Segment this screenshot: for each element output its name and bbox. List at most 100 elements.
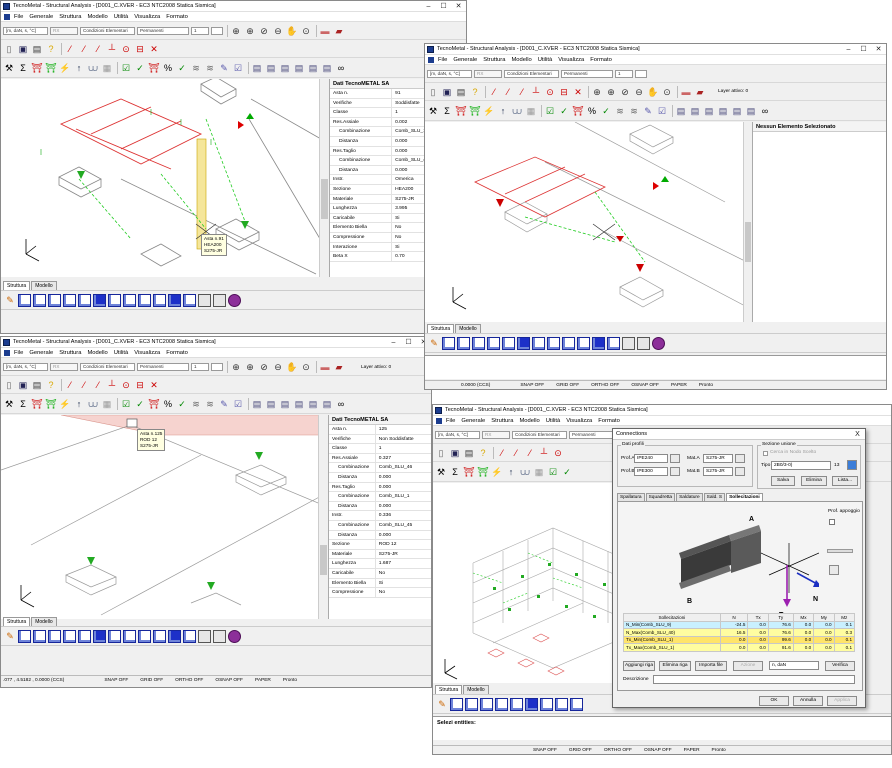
- drawing-viewport-1[interactable]: Asta n.91 HEA200 S275-JR: [1, 79, 329, 277]
- table-row[interactable]: Tx_Min(Comb_SLU_1) 0.0 0.0 99.6 0.0 0.0 0.1: [623, 635, 856, 644]
- scrollbar-v[interactable]: [319, 79, 329, 277]
- apply-button[interactable]: Applica: [827, 696, 857, 706]
- verify-icon[interactable]: ✓: [134, 62, 146, 74]
- property-row[interactable]: Res.Taglio 0.000: [329, 482, 431, 493]
- load-select[interactable]: Permanenti: [137, 363, 189, 371]
- small-button[interactable]: [829, 565, 839, 575]
- maximize-icon[interactable]: ☐: [401, 337, 416, 348]
- binocular-icon[interactable]: ∞: [335, 62, 347, 74]
- title-bar[interactable]: TecnoMetal - Structural Analysis - [D001…: [1, 337, 431, 348]
- doc-3-icon[interactable]: ▤: [703, 105, 715, 117]
- node-icon[interactable]: ┴: [530, 86, 542, 98]
- beam-tool-3-icon[interactable]: ⁄: [92, 43, 104, 55]
- cube-8-icon[interactable]: [547, 336, 560, 350]
- frame-3-icon[interactable]: ⛩: [148, 62, 160, 74]
- property-row[interactable]: Caricabile No: [329, 568, 431, 579]
- cube-7-icon[interactable]: [532, 336, 545, 350]
- property-row[interactable]: Combinazione Comb_SLU_46: [329, 463, 431, 473]
- zoom-window-icon[interactable]: ⊘: [258, 361, 270, 373]
- beam-tool-1-icon[interactable]: ⁄: [64, 43, 76, 55]
- doc-6-icon[interactable]: ▤: [745, 105, 757, 117]
- status-grid[interactable]: GRID OFF: [140, 678, 163, 683]
- zoom-extents-icon[interactable]: ⊙: [300, 361, 312, 373]
- pencil-icon[interactable]: ✎: [428, 337, 440, 349]
- status-grid[interactable]: GRID OFF: [556, 383, 579, 388]
- menu-visualizza[interactable]: Visualizza: [566, 418, 592, 424]
- close-icon[interactable]: ✕: [871, 44, 886, 55]
- circle-icon[interactable]: ⊙: [120, 43, 132, 55]
- doc-4-icon[interactable]: ▤: [293, 398, 305, 410]
- sigma-icon[interactable]: Σ: [17, 62, 29, 74]
- frame-icon[interactable]: ⛩: [31, 62, 43, 74]
- binocular-icon[interactable]: ∞: [759, 105, 771, 117]
- units-select[interactable]: [m, daN, s, °C]: [3, 27, 48, 35]
- cube-9-icon[interactable]: [138, 629, 151, 643]
- status-paper[interactable]: PAPER: [671, 383, 687, 388]
- tab-modello[interactable]: Modello: [455, 324, 481, 333]
- title-bar[interactable]: TecnoMetal - Structural Analysis - [D001…: [425, 44, 886, 55]
- cube-1-icon[interactable]: [442, 336, 455, 350]
- slider[interactable]: [827, 549, 853, 553]
- property-row[interactable]: Verifiche Non Soddisfatte: [329, 434, 431, 445]
- cube-8-icon[interactable]: [123, 293, 136, 307]
- tab-struttura[interactable]: Struttura: [435, 685, 463, 694]
- menu-struttura[interactable]: Struttura: [483, 57, 505, 63]
- tools-icon[interactable]: ⚒: [3, 398, 15, 410]
- condition-select[interactable]: Condizioni Elementari: [80, 363, 135, 371]
- menu-file[interactable]: File: [438, 57, 447, 63]
- frame-2-icon[interactable]: ⛩: [45, 62, 57, 74]
- load-select[interactable]: Permanenti: [561, 70, 613, 78]
- scrollbar-v[interactable]: [743, 122, 752, 322]
- menu-file[interactable]: File: [14, 350, 23, 356]
- type-pick-button[interactable]: [847, 460, 857, 470]
- beam-tool-1-icon[interactable]: ⁄: [488, 86, 500, 98]
- property-row[interactable]: Asta n. 125: [329, 425, 431, 435]
- node-icon[interactable]: ┴: [106, 43, 118, 55]
- layers-icon[interactable]: ≋: [190, 62, 202, 74]
- menu-visualizza[interactable]: Visualizza: [134, 14, 160, 20]
- title-bar[interactable]: TecnoMetal - Structural Analysis - [D001…: [1, 1, 466, 12]
- menu-utilita[interactable]: Utilità: [114, 14, 129, 20]
- status-grid[interactable]: GRID OFF: [569, 748, 592, 753]
- condition-select[interactable]: Condizioni Elementari: [512, 431, 567, 439]
- beam-tool-2-icon[interactable]: ⁄: [510, 447, 522, 459]
- doc-5-icon[interactable]: ▤: [731, 105, 743, 117]
- property-row[interactable]: Materiale S275-JR: [329, 549, 431, 560]
- delete-icon[interactable]: ✕: [148, 379, 160, 391]
- menu-utilita[interactable]: Utilità: [538, 57, 553, 63]
- spring-icon[interactable]: ⩊: [511, 105, 523, 117]
- status-osnap[interactable]: OSNAP OFF: [631, 383, 659, 388]
- menu-generale[interactable]: Generale: [29, 350, 53, 356]
- book-icon[interactable]: ▰: [333, 361, 345, 373]
- beam-tool-1-icon[interactable]: ⁄: [64, 379, 76, 391]
- binocular-icon[interactable]: ∞: [335, 398, 347, 410]
- beam-tool-2-icon[interactable]: ⁄: [78, 379, 90, 391]
- save-icon[interactable]: ▣: [441, 86, 453, 98]
- cube-6-icon[interactable]: [517, 336, 530, 350]
- pan-icon[interactable]: ✋: [647, 86, 659, 98]
- doc-5-icon[interactable]: ▤: [307, 62, 319, 74]
- table-row[interactable]: N_Min(Comb_SLU_9) -24.5 0.0 76.6 0.0 0.0 0.1: [623, 620, 856, 629]
- prof-b-field[interactable]: IPE300: [634, 467, 668, 476]
- mat-b-field[interactable]: S275-JR: [703, 467, 733, 476]
- beam-tool-3-icon[interactable]: ⁄: [516, 86, 528, 98]
- truck-icon[interactable]: ⊟: [558, 86, 570, 98]
- cube-7-icon[interactable]: [108, 629, 121, 643]
- tab-sald-s[interactable]: Sald. S: [703, 493, 726, 501]
- circle-icon[interactable]: ⊙: [544, 86, 556, 98]
- run-icon[interactable]: ⚡: [483, 105, 495, 117]
- edit-icon[interactable]: ✎: [218, 398, 230, 410]
- frame-2-icon[interactable]: ⛩: [477, 466, 489, 478]
- salva-button[interactable]: Salva: [771, 476, 795, 486]
- tools-icon[interactable]: ⚒: [435, 466, 447, 478]
- layers-2-icon[interactable]: ≋: [628, 105, 640, 117]
- condition-select[interactable]: Condizioni Elementari: [504, 70, 559, 78]
- print-icon[interactable]: ▤: [463, 447, 475, 459]
- step-spin[interactable]: [211, 363, 223, 371]
- tab-squadretta[interactable]: Squadretta: [645, 493, 676, 501]
- edit-icon[interactable]: ✎: [642, 105, 654, 117]
- property-row[interactable]: Res.Assiale 0.327: [329, 453, 431, 464]
- arrow-up-icon[interactable]: ↑: [73, 398, 85, 410]
- beam-tool-3-icon[interactable]: ⁄: [92, 379, 104, 391]
- sigma-icon[interactable]: Σ: [441, 105, 453, 117]
